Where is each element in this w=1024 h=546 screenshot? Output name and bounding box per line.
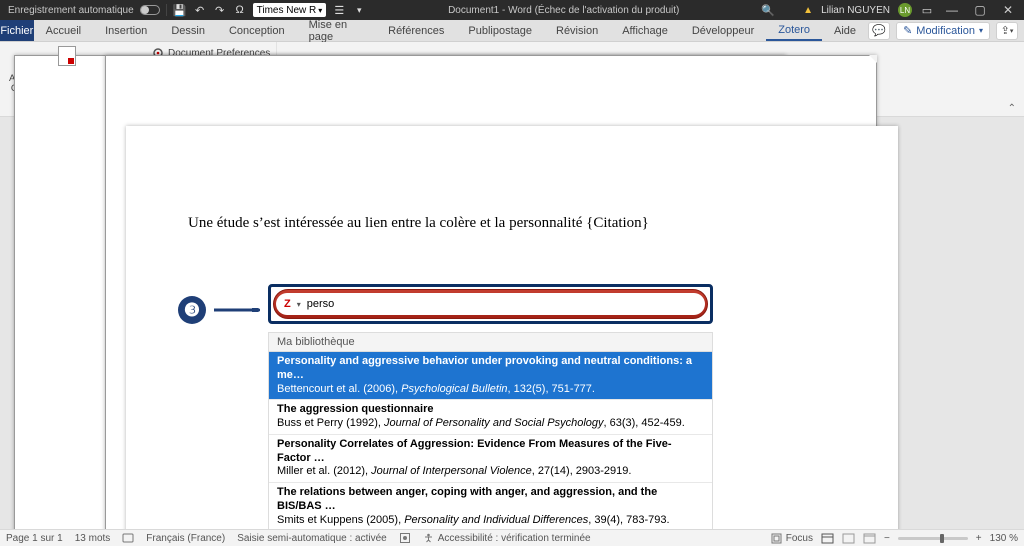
result-title: Personality Correlates of Aggression: Ev… bbox=[277, 438, 704, 466]
result-title: Personality and aggressive behavior unde… bbox=[277, 355, 704, 383]
status-word-count[interactable]: 13 mots bbox=[75, 533, 111, 544]
autosave-toggle[interactable] bbox=[140, 5, 160, 15]
tab-références[interactable]: Références bbox=[376, 20, 456, 41]
share-button[interactable]: ⇪▾ bbox=[996, 22, 1018, 40]
zoom-level[interactable]: 130 % bbox=[990, 533, 1018, 544]
zotero-result-item[interactable]: Personality Correlates of Aggression: Ev… bbox=[269, 434, 712, 482]
chevron-down-icon[interactable]: ▾ bbox=[297, 300, 301, 309]
zotero-result-item[interactable]: The aggression questionnaireBuss et Perr… bbox=[269, 399, 712, 434]
avatar[interactable]: LN bbox=[898, 3, 912, 17]
tab-insertion[interactable]: Insertion bbox=[93, 20, 159, 41]
modification-button[interactable]: ✎ Modification ▾ bbox=[896, 22, 990, 40]
save-icon[interactable]: 💾 bbox=[173, 3, 187, 17]
chevron-down-icon: ▾ bbox=[318, 6, 322, 15]
close-button[interactable]: ✕ bbox=[998, 3, 1018, 17]
callout-number-3: ❸ bbox=[178, 296, 206, 324]
autosave-label: Enregistrement automatique bbox=[8, 5, 134, 16]
zotero-result-item[interactable]: The relations between anger, coping with… bbox=[269, 482, 712, 529]
ribbon-display-icon[interactable]: ▭ bbox=[920, 3, 934, 17]
zoom-slider[interactable] bbox=[898, 537, 968, 540]
zotero-search-bar: Z ▾ perso bbox=[273, 289, 708, 319]
result-title: The relations between anger, coping with… bbox=[277, 486, 704, 514]
status-accessibility[interactable]: Accessibilité : vérification terminée bbox=[423, 533, 591, 544]
collapse-ribbon-icon[interactable]: ⌃ bbox=[1008, 103, 1016, 114]
result-meta: Buss et Perry (1992), Journal of Persona… bbox=[277, 417, 704, 431]
tab-publipostage[interactable]: Publipostage bbox=[456, 20, 544, 41]
zotero-logo-icon: Z bbox=[284, 298, 291, 310]
result-meta: Smits et Kuppens (2005), Personality and… bbox=[277, 514, 704, 528]
tab-affichage[interactable]: Affichage bbox=[610, 20, 680, 41]
tab-révision[interactable]: Révision bbox=[544, 20, 610, 41]
warning-icon: ▲ bbox=[803, 5, 813, 16]
tab-aide[interactable]: Aide bbox=[822, 20, 868, 41]
focus-icon bbox=[771, 533, 782, 544]
tab-conception[interactable]: Conception bbox=[217, 20, 297, 41]
zotero-results-list: Personality and aggressive behavior unde… bbox=[268, 352, 713, 529]
focus-mode-button[interactable]: Focus bbox=[771, 533, 813, 544]
maximize-button[interactable]: ▢ bbox=[970, 3, 990, 17]
add-edit-citation-button[interactable]: Add/Edit Citation bbox=[6, 44, 48, 94]
minimize-button[interactable]: — bbox=[942, 3, 962, 17]
accessibility-icon bbox=[423, 533, 434, 544]
font-name: Times New R bbox=[257, 5, 317, 16]
status-page[interactable]: Page 1 sur 1 bbox=[6, 533, 63, 544]
window-title: Document1 - Word (Échec de l'activation … bbox=[366, 5, 761, 16]
note-icon bbox=[58, 46, 76, 66]
status-autocomplete[interactable]: Saisie semi-automatique : activée bbox=[237, 533, 387, 544]
search-icon[interactable]: 🔍 bbox=[761, 3, 775, 17]
arrow-icon bbox=[214, 308, 260, 312]
pencil-icon: ✎ bbox=[903, 24, 912, 37]
separator bbox=[166, 4, 167, 16]
zotero-library-header: Ma bibliothèque bbox=[268, 332, 713, 352]
status-spellcheck[interactable] bbox=[122, 532, 134, 544]
status-language[interactable]: Français (France) bbox=[146, 533, 225, 544]
zotero-result-item[interactable]: Personality and aggressive behavior unde… bbox=[269, 352, 712, 399]
list-icon[interactable]: ☰ bbox=[332, 3, 346, 17]
status-macro[interactable] bbox=[399, 532, 411, 544]
tab-développeur[interactable]: Développeur bbox=[680, 20, 766, 41]
view-web-layout[interactable] bbox=[863, 533, 876, 544]
undo-icon[interactable]: ↶ bbox=[193, 3, 207, 17]
result-meta: Bettencourt et al. (2006), Psychological… bbox=[277, 383, 704, 397]
tab-dessin[interactable]: Dessin bbox=[159, 20, 217, 41]
document-text[interactable]: Une étude s’est intéressée au lien entre… bbox=[188, 215, 649, 232]
user-name[interactable]: Lilian NGUYEN bbox=[821, 5, 890, 16]
zoom-in-button[interactable]: + bbox=[976, 533, 982, 544]
view-print-layout[interactable] bbox=[821, 533, 834, 544]
result-meta: Miller et al. (2012), Journal of Interpe… bbox=[277, 465, 704, 479]
tab-mise-en-page[interactable]: Mise en page bbox=[297, 20, 377, 41]
result-title: The aggression questionnaire bbox=[277, 403, 704, 417]
record-icon bbox=[399, 532, 411, 544]
overflow-icon[interactable]: ▾ bbox=[352, 3, 366, 17]
modification-label: Modification bbox=[916, 25, 975, 37]
book-icon bbox=[122, 532, 134, 544]
comments-button[interactable]: 💬 bbox=[868, 22, 890, 40]
view-read-mode[interactable] bbox=[842, 533, 855, 544]
redo-icon[interactable]: ↷ bbox=[213, 3, 227, 17]
chevron-down-icon: ▾ bbox=[979, 26, 983, 35]
zotero-citation-dialog: Z ▾ perso bbox=[268, 284, 713, 324]
document-page[interactable]: Une étude s’est intéressée au lien entre… bbox=[126, 126, 898, 529]
zoom-out-button[interactable]: − bbox=[884, 533, 890, 544]
tab-file[interactable]: Fichier bbox=[0, 20, 34, 41]
reset-icon[interactable]: Ω bbox=[233, 3, 247, 17]
font-selector[interactable]: Times New R ▾ bbox=[253, 3, 327, 17]
tab-accueil[interactable]: Accueil bbox=[34, 20, 93, 41]
tab-zotero[interactable]: Zotero bbox=[766, 20, 822, 41]
zotero-search-input[interactable]: perso bbox=[307, 298, 335, 310]
